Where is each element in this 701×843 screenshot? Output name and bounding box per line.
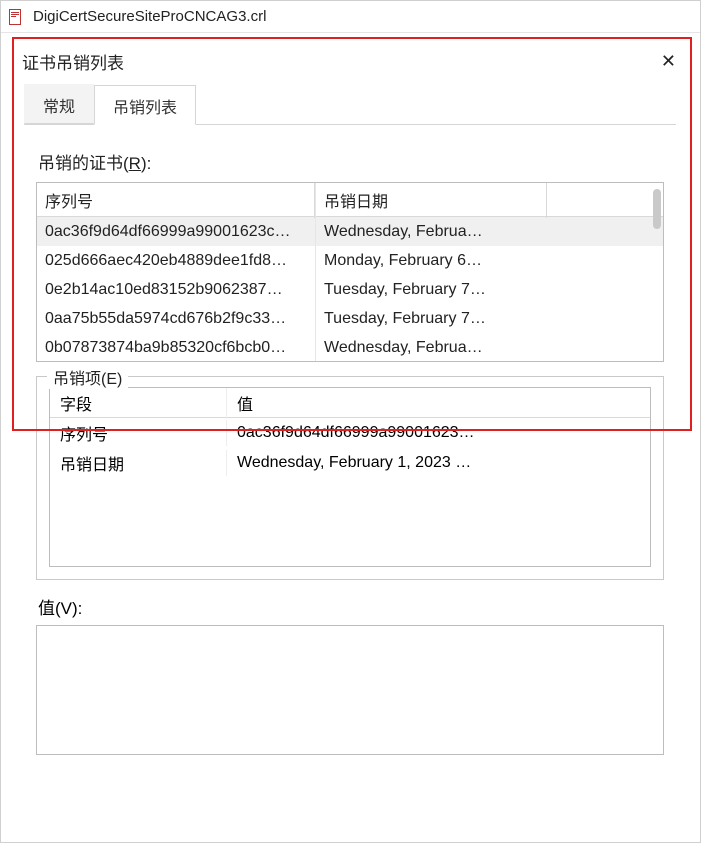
label-text: 吊销项( <box>53 371 106 388</box>
column-header-field[interactable]: 字段 <box>50 387 226 419</box>
cell-serial: 0aa75b55da5974cd676b2f9c33… <box>37 304 315 334</box>
label-hotkey: R <box>129 154 141 173</box>
cell-value: 0ac36f9d64df66999a99001623… <box>226 420 650 446</box>
cell-date: Tuesday, February 7… <box>315 304 547 334</box>
tab-revocation-list[interactable]: 吊销列表 <box>94 85 196 125</box>
label-text: ): <box>141 154 151 173</box>
cell-serial: 025d666aec420eb4889dee1fd8… <box>37 246 315 276</box>
value-textbox[interactable] <box>36 625 664 755</box>
tab-general[interactable]: 常规 <box>24 84 94 124</box>
label-text: ) <box>117 371 122 388</box>
crl-viewer-window: DigiCertSecureSiteProCNCAG3.crl 证书吊销列表 ✕… <box>0 0 701 843</box>
list-row[interactable]: 0aa75b55da5974cd676b2f9c33… Tuesday, Feb… <box>37 304 663 333</box>
label-text: 值( <box>38 599 61 618</box>
titlebar[interactable]: DigiCertSecureSiteProCNCAG3.crl <box>1 1 700 33</box>
tab-strip: 常规 吊销列表 <box>24 84 676 124</box>
dialog-header: 证书吊销列表 ✕ <box>12 43 688 76</box>
cell-date: Tuesday, February 7… <box>315 275 547 305</box>
list-row[interactable]: 0b07873874ba9b85320cf6bcb0… Wednesday, F… <box>37 333 663 362</box>
dialog-title: 证书吊销列表 <box>22 49 124 74</box>
column-header-serial[interactable]: 序列号 <box>37 182 315 218</box>
entry-legend: 吊销项(E) <box>47 365 128 389</box>
label-hotkey: E <box>106 371 117 388</box>
tab-panel-revocation: 吊销的证书(R): 序列号 吊销日期 0ac36f9d64df66999a990… <box>24 124 676 767</box>
list-header[interactable]: 字段 值 <box>50 388 650 418</box>
cell-field: 吊销日期 <box>50 447 226 479</box>
scrollbar-thumb[interactable] <box>653 189 661 229</box>
column-header-value[interactable]: 值 <box>226 387 650 419</box>
list-row[interactable]: 0e2b14ac10ed83152b9062387… Tuesday, Febr… <box>37 275 663 304</box>
value-label: 值(V): <box>38 594 664 619</box>
cell-serial: 0b07873874ba9b85320cf6bcb0… <box>37 333 315 363</box>
list-row[interactable]: 0ac36f9d64df66999a99001623c… Wednesday, … <box>37 217 663 246</box>
list-row[interactable]: 吊销日期 Wednesday, February 1, 2023 … <box>50 448 650 478</box>
revocation-entry-group: 吊销项(E) 字段 值 序列号 0ac36f9d64df66999a990016… <box>36 376 664 580</box>
list-row[interactable]: 025d666aec420eb4889dee1fd8… Monday, Febr… <box>37 246 663 275</box>
close-icon[interactable]: ✕ <box>655 49 682 74</box>
cell-date: Wednesday, Februa… <box>315 333 547 363</box>
entry-fields-list[interactable]: 字段 值 序列号 0ac36f9d64df66999a99001623… 吊销日… <box>49 387 651 567</box>
certificate-file-icon <box>7 8 25 26</box>
label-text: 吊销的证书( <box>38 154 129 173</box>
cell-date: Monday, February 6… <box>315 246 547 276</box>
revoked-certificates-list[interactable]: 序列号 吊销日期 0ac36f9d64df66999a99001623c… We… <box>36 182 664 362</box>
list-body: 0ac36f9d64df66999a99001623c… Wednesday, … <box>37 217 663 362</box>
cell-date: Wednesday, Februa… <box>315 217 547 247</box>
cell-value: Wednesday, February 1, 2023 … <box>226 450 650 476</box>
window-title: DigiCertSecureSiteProCNCAG3.crl <box>33 8 266 25</box>
list-row[interactable]: 序列号 0ac36f9d64df66999a99001623… <box>50 418 650 448</box>
label-hotkey: V <box>61 599 72 618</box>
revoked-list-label: 吊销的证书(R): <box>38 149 664 174</box>
cell-serial: 0e2b14ac10ed83152b9062387… <box>37 275 315 305</box>
column-header-date[interactable]: 吊销日期 <box>315 182 547 218</box>
crl-dialog: 证书吊销列表 ✕ 常规 吊销列表 吊销的证书(R): 序列号 吊销日期 <box>12 43 688 836</box>
cell-serial: 0ac36f9d64df66999a99001623c… <box>37 217 315 247</box>
cell-field: 序列号 <box>50 417 226 449</box>
list-header[interactable]: 序列号 吊销日期 <box>37 183 663 217</box>
label-text: ): <box>72 599 82 618</box>
